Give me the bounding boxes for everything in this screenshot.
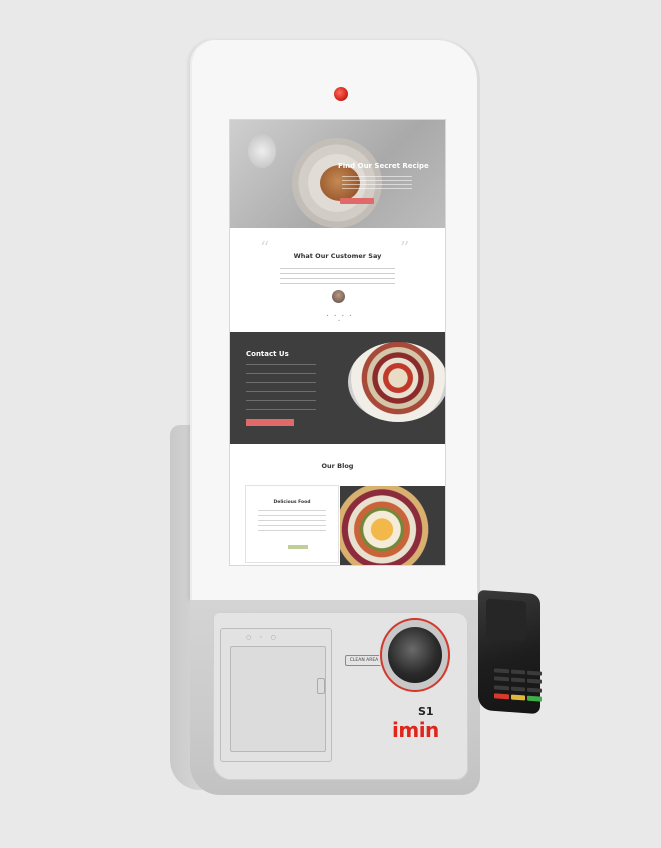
printer-door[interactable]: [230, 646, 326, 752]
contact-submit-button[interactable]: [246, 419, 294, 426]
scanner-label: CLEAN AREA: [345, 655, 383, 666]
enter-key[interactable]: [527, 695, 542, 702]
keypad-key[interactable]: [510, 685, 526, 692]
terminal-keypad[interactable]: [494, 668, 542, 703]
carousel-dots[interactable]: • • • • •: [325, 313, 355, 323]
printer-indicator-icons: ○ ◦ ○: [246, 634, 279, 641]
barcode-scanner[interactable]: [388, 627, 442, 683]
hero-button[interactable]: [340, 198, 374, 204]
keypad-key[interactable]: [494, 684, 509, 690]
model-label: S1: [418, 705, 434, 718]
camera-icon: [334, 87, 348, 101]
cup-image: [248, 134, 276, 168]
blog-food-image[interactable]: [340, 486, 445, 565]
contact-form-fields[interactable]: [246, 364, 316, 412]
keypad-key[interactable]: [494, 676, 509, 682]
contact-title: Contact Us: [246, 350, 289, 358]
keypad-key[interactable]: [527, 678, 542, 684]
brand-logo: imin: [392, 718, 439, 742]
keypad-key[interactable]: [527, 687, 542, 693]
terminal-screen: [486, 598, 526, 642]
blog-title: Our Blog: [321, 462, 354, 470]
keypad-key[interactable]: [527, 670, 542, 676]
blog-card-signature: [288, 545, 308, 549]
keypad-key[interactable]: [494, 668, 509, 674]
keypad-key[interactable]: [510, 677, 526, 683]
hero-text-lines: [342, 176, 412, 190]
avatar: [332, 290, 345, 303]
cancel-key[interactable]: [494, 693, 509, 700]
hero-title: Find Our Secret Recipe: [338, 162, 429, 170]
testimonial-text-lines: [280, 268, 395, 286]
printer-latch[interactable]: [317, 678, 325, 694]
blog-card-text-lines: [258, 510, 326, 532]
clear-key[interactable]: [510, 694, 526, 701]
salad-image: [348, 342, 445, 422]
testimonial-title: What Our Customer Say: [293, 252, 382, 260]
kiosk-screen[interactable]: Find Our Secret Recipe “ ” What Our Cust…: [230, 120, 445, 565]
keypad-key[interactable]: [510, 669, 526, 675]
blog-card-title: Delicious Food: [273, 500, 311, 505]
